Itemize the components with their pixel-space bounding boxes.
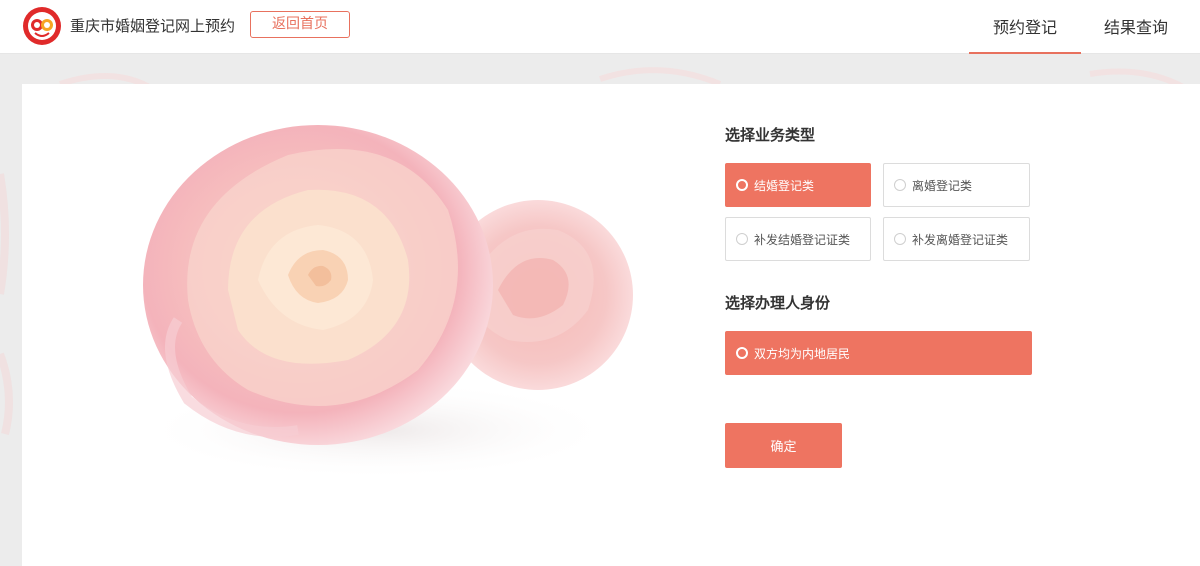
option-label: 离婚登记类 (912, 179, 973, 193)
option-marriage-registration[interactable]: 结婚登记类 (725, 163, 871, 207)
option-divorce-registration[interactable]: 离婚登记类 (883, 163, 1030, 207)
site-title: 重庆市婚姻登记网上预约 (70, 17, 236, 35)
option-reissue-divorce-certificate[interactable]: 补发离婚登记证类 (883, 217, 1030, 261)
nav-result-query[interactable]: 结果查询 (1104, 14, 1168, 38)
radio-circle-icon (736, 347, 748, 359)
marriage-registration-logo[interactable] (22, 6, 62, 46)
back-home-button[interactable]: 返回首页 (250, 11, 350, 38)
radio-circle-icon (736, 233, 748, 245)
radio-circle-icon (736, 179, 748, 191)
option-reissue-marriage-certificate[interactable]: 补发结婚登记证类 (725, 217, 871, 261)
radio-circle-icon (894, 233, 906, 245)
option-label: 结婚登记类 (754, 179, 815, 193)
option-label: 双方均为内地居民 (754, 347, 851, 361)
radio-circle-icon (894, 179, 906, 191)
business-type-title: 选择业务类型 (725, 126, 816, 144)
option-label: 补发离婚登记证类 (912, 233, 1009, 247)
identity-title: 选择办理人身份 (725, 294, 831, 312)
option-both-mainland-residents[interactable]: 双方均为内地居民 (725, 331, 1032, 375)
top-header: 重庆市婚姻登记网上预约 返回首页 预约登记 结果查询 (0, 0, 1200, 54)
confirm-button[interactable]: 确定 (725, 423, 842, 468)
rose-image (138, 125, 633, 480)
option-label: 补发结婚登记证类 (754, 233, 851, 247)
nav-appointment-registration[interactable]: 预约登记 (993, 14, 1057, 38)
